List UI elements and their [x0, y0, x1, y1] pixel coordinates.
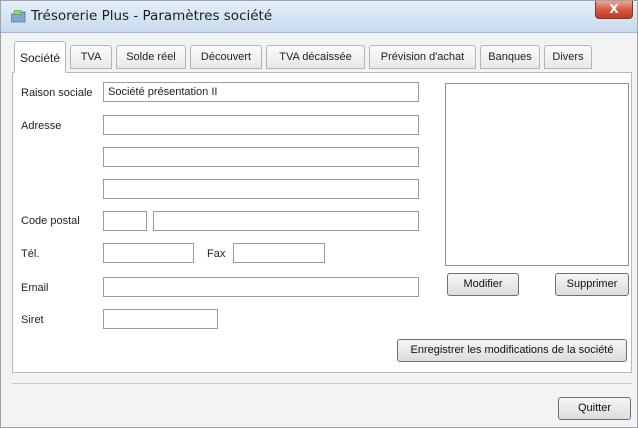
siret-label: Siret: [21, 314, 44, 326]
footer-divider: [12, 383, 632, 384]
tab-societe[interactable]: Société: [14, 41, 66, 73]
supprimer-button[interactable]: Supprimer: [555, 273, 629, 296]
tel-label: Tél.: [21, 248, 40, 260]
logo-image-box[interactable]: [445, 83, 629, 266]
save-company-button[interactable]: Enregistrer les modifications de la soci…: [397, 339, 627, 362]
email-label: Email: [21, 282, 49, 294]
tab-decouvert[interactable]: Découvert: [190, 45, 262, 69]
modifier-button[interactable]: Modifier: [447, 273, 519, 296]
siret-input[interactable]: [103, 309, 218, 329]
adresse-line1-input[interactable]: [103, 115, 419, 135]
tab-solde-reel[interactable]: Solde réel: [116, 45, 186, 69]
tab-tva-decaissee[interactable]: TVA décaissée: [266, 45, 365, 69]
tel-input[interactable]: [103, 243, 194, 263]
quit-button[interactable]: Quitter: [558, 397, 631, 420]
raison-sociale-input[interactable]: Société présentation II: [103, 82, 419, 102]
title-bar: Trésorerie Plus - Paramètres société X: [1, 1, 637, 33]
tab-divers[interactable]: Divers: [544, 45, 592, 69]
close-button[interactable]: X: [595, 1, 633, 19]
adresse-line2-input[interactable]: [103, 147, 419, 167]
tab-prevision-achat[interactable]: Prévision d'achat: [369, 45, 476, 69]
adresse-line3-input[interactable]: [103, 179, 419, 199]
fax-label: Fax: [207, 248, 226, 260]
settings-window: Trésorerie Plus - Paramètres société X S…: [0, 0, 638, 428]
raison-sociale-label: Raison sociale: [21, 87, 93, 99]
folder-cash-icon: [11, 10, 26, 23]
fax-input[interactable]: [233, 243, 325, 263]
tab-banques[interactable]: Banques: [480, 45, 540, 69]
code-postal-label: Code postal: [21, 215, 80, 227]
adresse-label: Adresse: [21, 120, 62, 132]
ville-input[interactable]: [153, 211, 419, 231]
email-input[interactable]: [103, 277, 419, 297]
code-postal-input[interactable]: [103, 211, 147, 231]
window-title: Trésorerie Plus - Paramètres société: [31, 8, 273, 24]
tab-tva[interactable]: TVA: [70, 45, 112, 69]
